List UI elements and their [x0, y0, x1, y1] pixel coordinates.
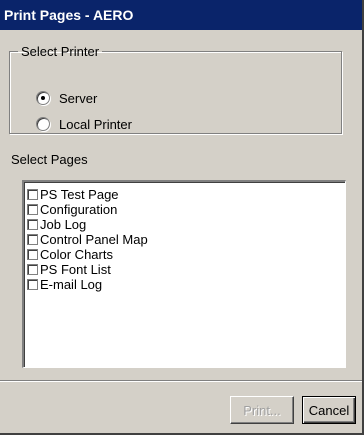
- print-pages-dialog: Print Pages - AERO Select Printer Server…: [0, 0, 364, 435]
- list-item[interactable]: PS Font List: [24, 262, 345, 277]
- checkbox-icon[interactable]: [27, 249, 38, 260]
- list-item-label: Control Panel Map: [40, 232, 148, 247]
- checkbox-icon[interactable]: [27, 234, 38, 245]
- list-item-label: Color Charts: [40, 247, 113, 262]
- list-item[interactable]: Job Log: [24, 217, 345, 232]
- list-item-label: E-mail Log: [40, 277, 103, 292]
- list-item-label: PS Font List: [40, 262, 111, 277]
- title-bar[interactable]: Print Pages - AERO: [0, 0, 362, 30]
- list-item-label: Configuration: [40, 202, 118, 217]
- select-pages-label: Select Pages: [11, 152, 88, 167]
- list-item-label: PS Test Page: [40, 187, 119, 202]
- button-separator: [0, 380, 362, 382]
- list-item[interactable]: Control Panel Map: [24, 232, 345, 247]
- radio-server-label: Server: [59, 90, 98, 106]
- radio-server[interactable]: Server: [36, 89, 97, 107]
- cancel-button[interactable]: Cancel: [302, 396, 356, 424]
- list-item[interactable]: E-mail Log: [24, 277, 345, 292]
- checkbox-icon[interactable]: [27, 219, 38, 230]
- window-title: Print Pages - AERO: [4, 7, 134, 23]
- checkbox-icon[interactable]: [27, 204, 38, 215]
- checkbox-icon[interactable]: [27, 279, 38, 290]
- radio-button-icon[interactable]: [36, 117, 50, 131]
- radio-local-printer-label: Local Printer: [59, 116, 132, 132]
- print-button[interactable]: Print...: [230, 396, 294, 424]
- checkbox-icon[interactable]: [27, 264, 38, 275]
- list-item[interactable]: Configuration: [24, 202, 345, 217]
- select-printer-group: Select Printer Server Local Printer: [9, 44, 342, 134]
- list-item[interactable]: Color Charts: [24, 247, 345, 262]
- select-printer-legend: Select Printer: [21, 44, 100, 59]
- checkbox-icon[interactable]: [27, 189, 38, 200]
- radio-button-icon[interactable]: [36, 91, 50, 105]
- list-item-label: Job Log: [40, 217, 87, 232]
- list-item[interactable]: PS Test Page: [24, 187, 345, 202]
- radio-local-printer[interactable]: Local Printer: [36, 115, 132, 133]
- pages-listbox[interactable]: PS Test Page Configuration Job Log Contr…: [22, 180, 346, 368]
